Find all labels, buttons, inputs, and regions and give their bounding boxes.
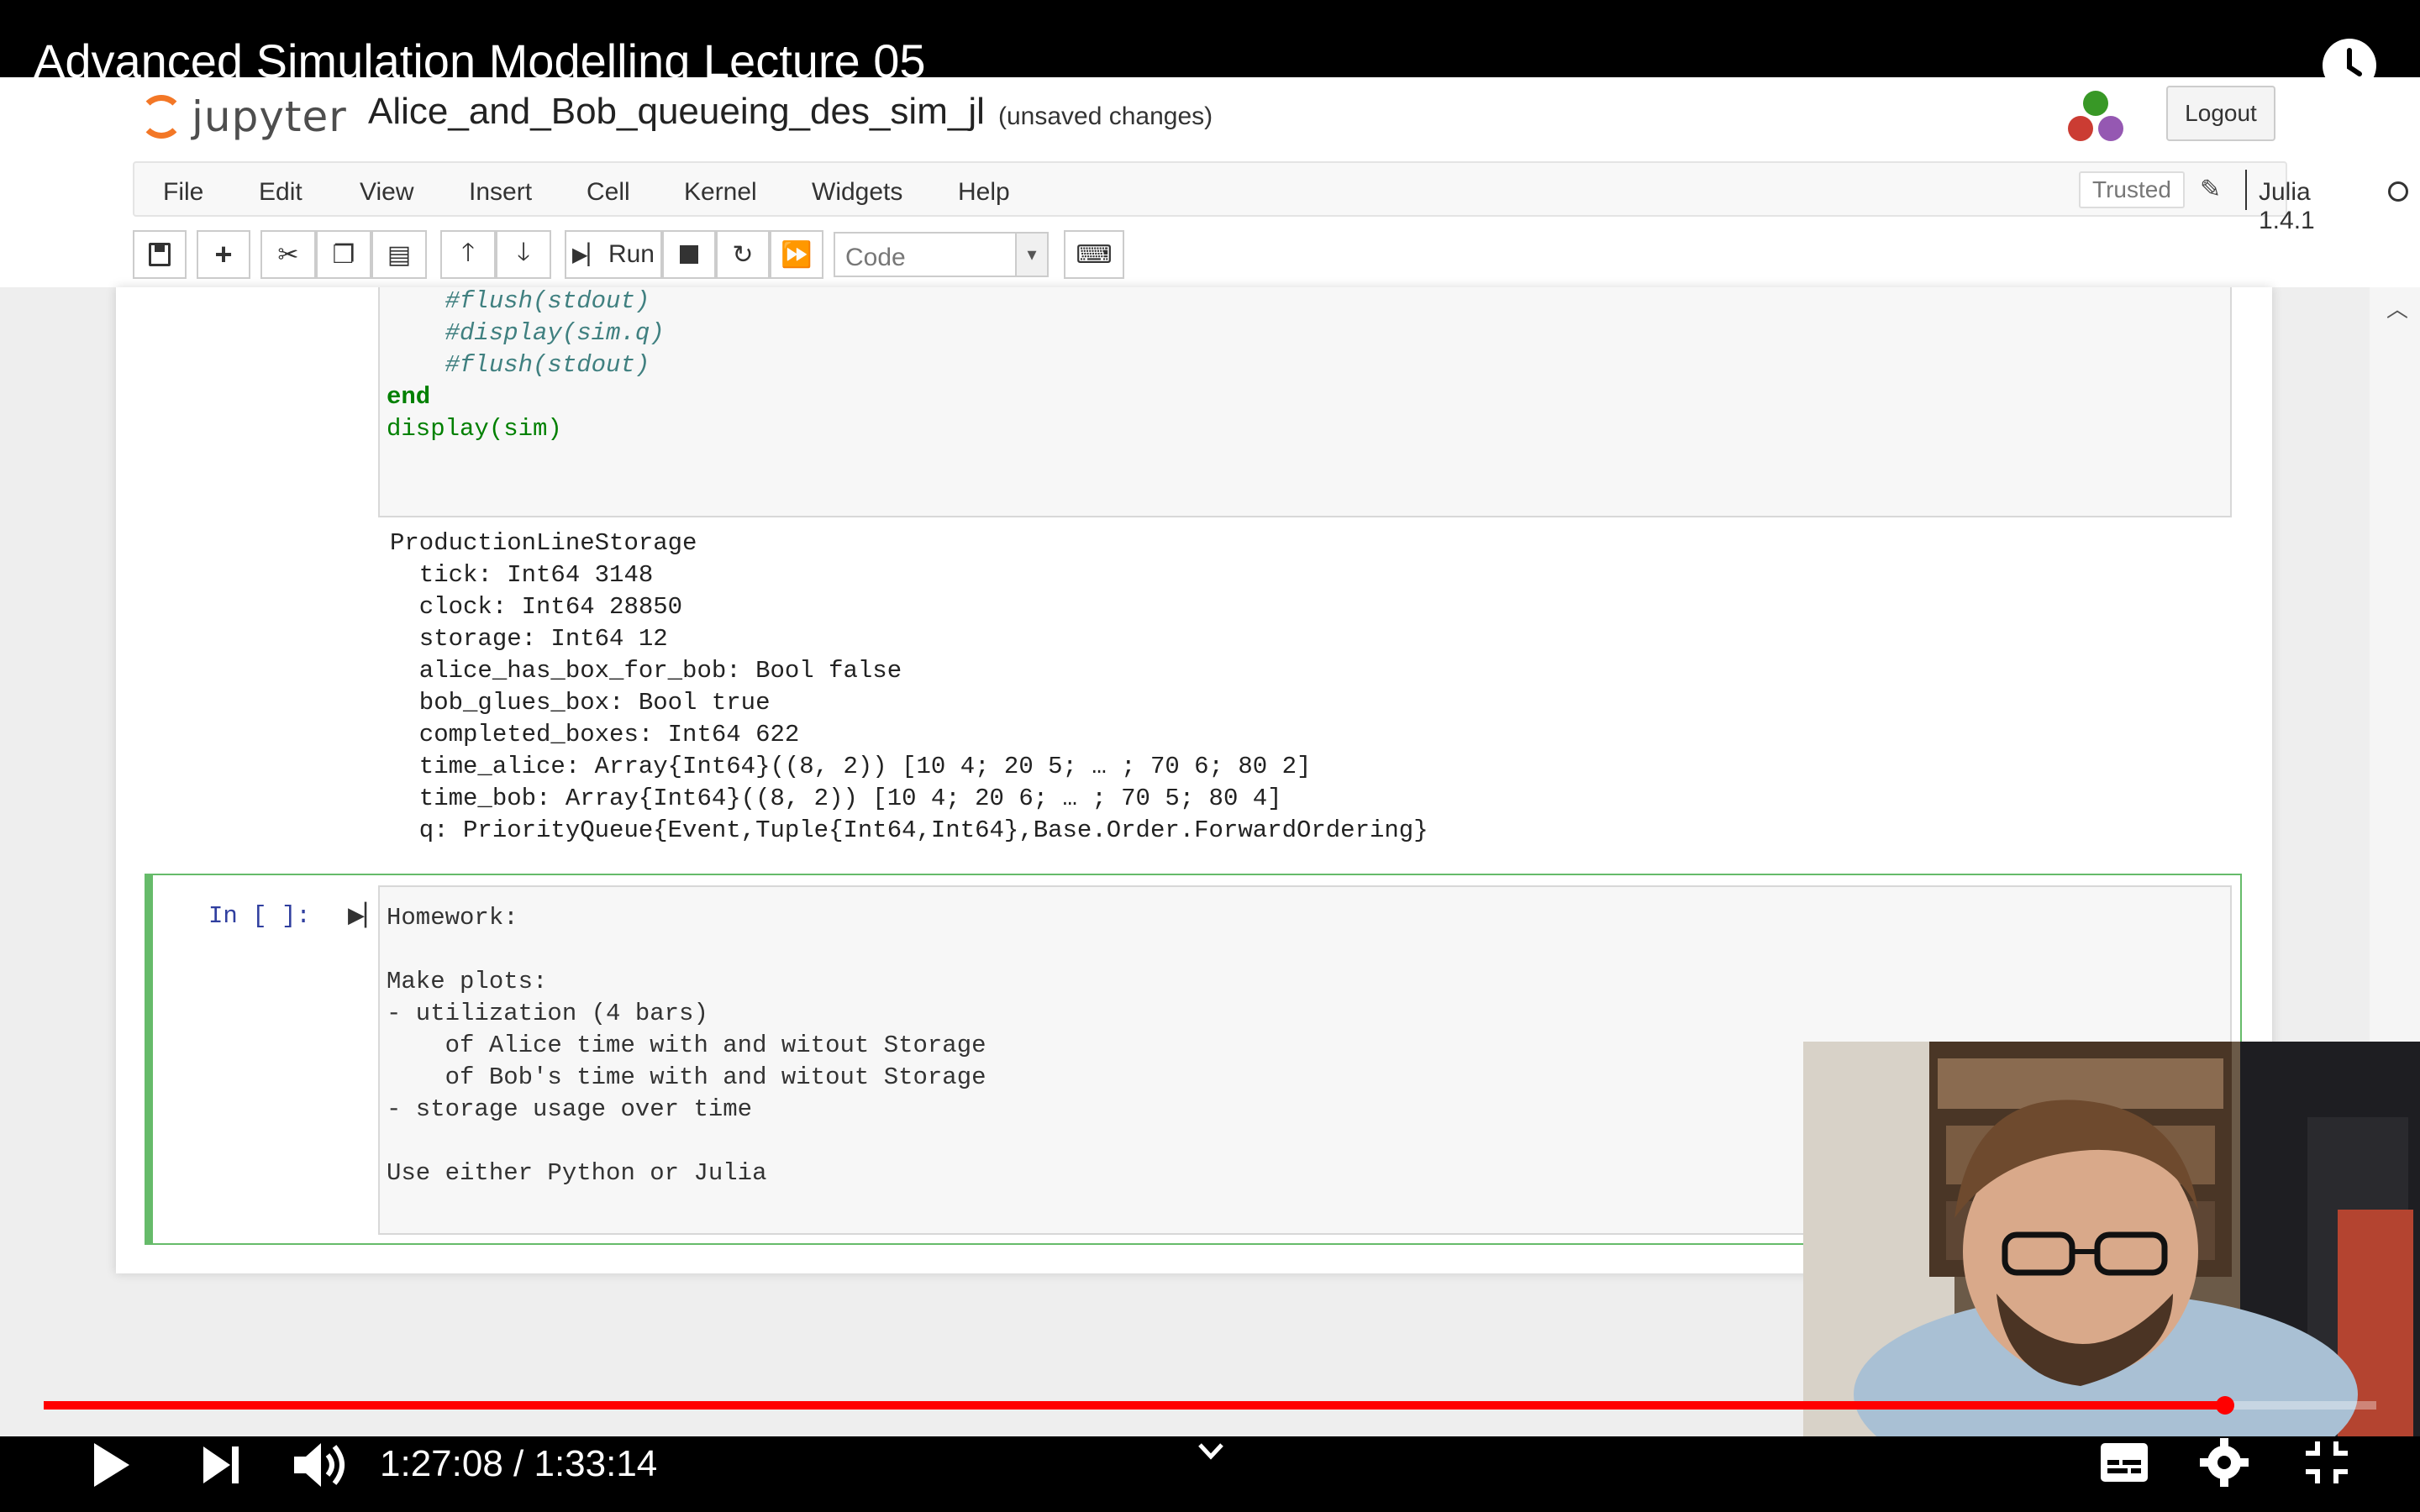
menu-kernel[interactable]: Kernel bbox=[684, 178, 757, 207]
progress-scrubber[interactable] bbox=[2215, 1396, 2234, 1415]
restart-icon: ↻ bbox=[732, 240, 754, 269]
jupyter-logo-text: jupyter bbox=[192, 92, 347, 141]
logout-button[interactable]: Logout bbox=[2166, 86, 2275, 141]
toolbar: + ✂ ❐ ▤ 🡑 🡓 ▶▏ Run ↻ ⏩ Code ▾ ⌨ bbox=[0, 230, 2420, 287]
run-label: Run bbox=[608, 240, 655, 268]
cell-prompt: In [ ]: bbox=[208, 902, 311, 930]
menu-file[interactable]: File bbox=[163, 178, 203, 207]
output-line: clock: Int64 28850 bbox=[390, 593, 683, 621]
command-palette-button[interactable]: ⌨ bbox=[1064, 230, 1124, 279]
output-line: ProductionLineStorage bbox=[390, 529, 697, 557]
webcam-overlay bbox=[1803, 1042, 2420, 1436]
cell-type-value: Code bbox=[845, 244, 906, 271]
paste-icon: ▤ bbox=[387, 240, 412, 269]
watch-later-icon[interactable] bbox=[2323, 39, 2376, 92]
pencil-icon[interactable]: ✎ bbox=[2200, 175, 2227, 205]
save-icon bbox=[149, 243, 171, 266]
cut-button[interactable]: ✂ bbox=[260, 230, 316, 279]
menubar: File Edit View Insert Cell Kernel Widget… bbox=[133, 161, 2408, 234]
arrow-down-icon: 🡓 bbox=[517, 238, 530, 266]
md-line: Homework: bbox=[387, 904, 518, 932]
video-title[interactable]: Advanced Simulation Modelling Lecture 05 bbox=[34, 34, 926, 88]
restart-button[interactable]: ↻ bbox=[716, 230, 770, 279]
divider bbox=[2245, 170, 2247, 210]
md-line: of Alice time with and witout Storage bbox=[387, 1032, 986, 1059]
exit-fullscreen-icon[interactable] bbox=[2302, 1438, 2351, 1491]
code-line: #flush(stdout) bbox=[387, 351, 650, 379]
md-line: Make plots: bbox=[387, 968, 548, 995]
stop-icon bbox=[680, 245, 698, 264]
notebook-name[interactable]: Alice_and_Bob_queueing_des_sim_jl bbox=[368, 91, 985, 133]
code-cell-input[interactable]: #flush(stdout) #display(sim.q) #flush(st… bbox=[378, 287, 2232, 517]
md-line: Use either Python or Julia bbox=[387, 1159, 767, 1187]
volume-icon[interactable] bbox=[291, 1438, 350, 1496]
output-line: q: PriorityQueue{Event,Tuple{Int64,Int64… bbox=[390, 816, 1428, 844]
output-line: completed_boxes: Int64 622 bbox=[390, 721, 800, 748]
chevron-down-icon: ▾ bbox=[1015, 234, 1047, 276]
output-line: alice_has_box_for_bob: Bool false bbox=[390, 657, 902, 685]
copy-icon: ❐ bbox=[332, 240, 355, 269]
cell-output: ProductionLineStorage tick: Int64 3148 c… bbox=[378, 529, 2232, 857]
save-button[interactable] bbox=[133, 230, 187, 279]
video-frame: jupyter Alice_and_Bob_queueing_des_sim_j… bbox=[0, 0, 2420, 1436]
menu-insert[interactable]: Insert bbox=[469, 178, 532, 207]
scissors-icon: ✂ bbox=[277, 240, 299, 269]
restart-run-all-button[interactable]: ⏩ bbox=[770, 230, 823, 279]
plus-icon: + bbox=[214, 237, 233, 271]
time-display: 1:27:08 / 1:33:14 bbox=[380, 1443, 658, 1484]
code-line: end bbox=[387, 383, 431, 411]
move-down-button[interactable]: 🡓 bbox=[496, 230, 551, 279]
code-line: #flush(stdout) bbox=[387, 287, 650, 315]
code-line: #display(sim.q) bbox=[387, 319, 665, 347]
jupyter-logo[interactable]: jupyter bbox=[139, 87, 347, 146]
next-icon[interactable] bbox=[200, 1441, 244, 1493]
menu-help[interactable]: Help bbox=[958, 178, 1010, 207]
cell-type-select[interactable]: Code ▾ bbox=[834, 232, 1049, 277]
subtitles-icon[interactable] bbox=[2099, 1441, 2149, 1488]
kernel-status-icon bbox=[2388, 181, 2408, 202]
progress-bar[interactable] bbox=[44, 1396, 2376, 1415]
output-line: tick: Int64 3148 bbox=[390, 561, 654, 589]
keyboard-icon: ⌨ bbox=[1076, 240, 1113, 269]
copy-button[interactable]: ❐ bbox=[316, 230, 371, 279]
paste-button[interactable]: ▤ bbox=[371, 230, 427, 279]
save-status: (unsaved changes) bbox=[998, 102, 1213, 130]
output-line: bob_glues_box: Bool true bbox=[390, 689, 771, 717]
webcam-image bbox=[1803, 1042, 2420, 1436]
kernel-name[interactable]: Julia 1.4.1 bbox=[2259, 178, 2315, 235]
play-icon[interactable] bbox=[89, 1438, 133, 1496]
progress-fill bbox=[44, 1401, 2225, 1410]
trusted-badge[interactable]: Trusted bbox=[2079, 171, 2185, 208]
menu-view[interactable]: View bbox=[360, 178, 413, 207]
md-line: of Bob's time with and witout Storage bbox=[387, 1063, 986, 1091]
run-icon: ▶▏ bbox=[572, 243, 603, 266]
output-line: time_alice: Array{Int64}((8, 2)) [10 4; … bbox=[390, 753, 1312, 780]
output-line: storage: Int64 12 bbox=[390, 625, 668, 653]
menu-cell[interactable]: Cell bbox=[587, 178, 630, 207]
run-button[interactable]: ▶▏ Run bbox=[565, 230, 662, 279]
move-up-button[interactable]: 🡑 bbox=[440, 230, 496, 279]
code-line: display(sim) bbox=[387, 415, 562, 443]
interrupt-button[interactable] bbox=[662, 230, 716, 279]
insert-cell-button[interactable]: + bbox=[197, 230, 250, 279]
md-line: - storage usage over time bbox=[387, 1095, 753, 1123]
julia-logo-icon bbox=[2063, 87, 2130, 146]
fast-forward-icon: ⏩ bbox=[781, 240, 813, 269]
arrow-up-icon: 🡑 bbox=[461, 238, 475, 266]
run-cell-icon[interactable]: ▶▏ bbox=[348, 902, 381, 928]
chevron-down-icon[interactable] bbox=[1197, 1441, 1225, 1466]
menu-edit[interactable]: Edit bbox=[259, 178, 302, 207]
chevron-up-icon[interactable]: ︿ bbox=[2386, 292, 2408, 323]
selected-cell-indicator bbox=[145, 874, 153, 1245]
md-line: - utilization (4 bars) bbox=[387, 1000, 708, 1027]
jupyter-logo-icon bbox=[139, 95, 183, 139]
menu-widgets[interactable]: Widgets bbox=[812, 178, 902, 207]
output-line: time_bob: Array{Int64}((8, 2)) [10 4; 20… bbox=[390, 785, 1282, 812]
settings-gear-icon[interactable] bbox=[2198, 1436, 2250, 1493]
